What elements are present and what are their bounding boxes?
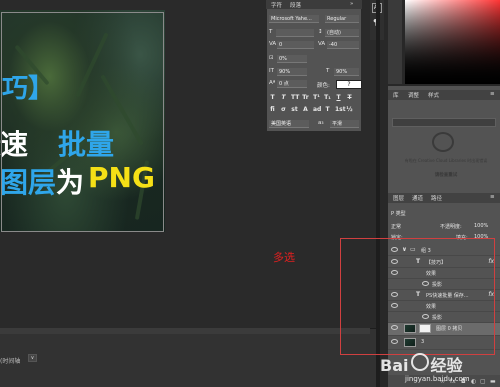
tab-styles[interactable]: 样式 [428, 91, 439, 99]
all-caps-button[interactable]: TT [291, 94, 299, 102]
tab-layers[interactable]: 图层 [393, 194, 404, 202]
layer-filter[interactable]: P 类型 [391, 210, 406, 217]
opacity-label: 不透明度: [440, 224, 462, 230]
old-style-button[interactable]: σ [280, 106, 287, 114]
vertical-scale-field[interactable]: 90% [277, 68, 307, 76]
superscript-button[interactable]: T¹ [313, 94, 320, 102]
faux-italic-button[interactable]: T [280, 94, 287, 102]
stylistic-alternates-button[interactable]: ad [313, 106, 321, 114]
ligature-button[interactable]: fi [269, 106, 276, 114]
tab-adjustments[interactable]: 调整 [408, 91, 419, 99]
swash-button[interactable]: A [302, 106, 309, 114]
tab-character[interactable]: 字符 [271, 1, 282, 9]
libraries-tabs: 库 调整 样式 ≡ [388, 90, 500, 100]
color-label: 颜色: [317, 83, 330, 89]
adjustment-icon[interactable]: ◐ [471, 378, 476, 385]
artboard-border [1, 12, 164, 232]
layers-tabs: 图层 通道 路径 ≡ [388, 193, 500, 203]
timeline-bar [0, 328, 376, 387]
font-size-icon: T [269, 29, 273, 35]
anti-alias-icon: a₃ [318, 120, 324, 126]
horizontal-scale-icon: T [326, 68, 330, 74]
baidu-paw-icon [411, 353, 429, 371]
new-layer-icon[interactable]: ▢ [480, 378, 486, 385]
blend-mode-select[interactable]: 正常 [391, 223, 401, 230]
watermark-url: jingyan.baidu.com [405, 375, 470, 383]
timeline-dropdown[interactable]: ∨ [28, 354, 37, 362]
language-select[interactable]: 美国英语 [269, 120, 309, 128]
horizontal-scrollbar[interactable] [0, 328, 370, 334]
cc-error-sub: 请检查重试 [434, 173, 458, 178]
discretionary-ligature-button[interactable]: st [291, 106, 298, 114]
tab-channels[interactable]: 通道 [412, 194, 423, 202]
watermark-right: 经验 [430, 356, 463, 375]
baseline-shift-field[interactable]: 0 点 [277, 80, 307, 88]
horizontal-scale-field[interactable]: 90% [334, 68, 359, 76]
annotation-multi-select: 多选 [273, 251, 295, 264]
tab-paragraph[interactable]: 段落 [290, 1, 301, 9]
vertical-scale-icon: IT [269, 68, 274, 74]
faux-bold-button[interactable]: T [269, 94, 276, 102]
text-color-swatch[interactable]: ? [336, 80, 362, 89]
panel-menu-icon[interactable]: ≡ [490, 91, 495, 97]
color-panel-strip [388, 0, 402, 84]
color-picker-shade [405, 0, 500, 84]
ordinals-button[interactable]: 1st [335, 106, 346, 114]
font-style-select[interactable]: Regular [325, 15, 359, 23]
kerning-field[interactable]: 0 [277, 41, 314, 49]
tracking-field[interactable]: -40 [327, 41, 359, 49]
tsume-icon: ⊡ [269, 55, 274, 61]
watermark-left: Bai [380, 356, 409, 375]
annotation-highlight-box [340, 238, 495, 355]
subscript-button[interactable]: T₁ [324, 94, 331, 102]
panel-collapse-icon[interactable]: » [350, 1, 353, 7]
character-panel-tabs: 字符 段落 » [266, 0, 362, 9]
libraries-search-input[interactable] [392, 118, 496, 127]
kerning-icon: VA [269, 41, 277, 47]
leading-icon: ↕ [318, 29, 323, 35]
small-caps-button[interactable]: Tr [302, 94, 309, 102]
panel-menu-icon[interactable]: ≡ [490, 194, 495, 200]
tracking-icon: VA [318, 41, 326, 47]
baseline-shift-icon: Aª [269, 80, 276, 86]
tsume-field[interactable]: 0% [277, 55, 307, 63]
fractions-button[interactable]: ½ [346, 106, 353, 114]
tab-paths[interactable]: 路径 [431, 194, 442, 202]
leading-field[interactable]: (自动) [325, 29, 359, 37]
opacity-value[interactable]: 100% [474, 223, 488, 229]
strikethrough-button[interactable]: T [346, 94, 353, 102]
titling-alternates-button[interactable]: T [324, 106, 331, 114]
anti-alias-select[interactable]: 平滑 [330, 120, 359, 128]
cc-error-message: 有啦在 Creative Cloud Libraries 时出现错误 [404, 158, 488, 163]
font-family-select[interactable]: Microsoft Yahe... [269, 15, 319, 23]
timeline-label: (时间轴 [0, 358, 21, 365]
trash-icon[interactable]: ▬ [490, 378, 496, 385]
tab-libraries[interactable]: 库 [393, 91, 399, 99]
creative-cloud-icon [432, 132, 454, 152]
underline-button[interactable]: T [335, 94, 342, 102]
font-size-field[interactable] [276, 29, 314, 37]
